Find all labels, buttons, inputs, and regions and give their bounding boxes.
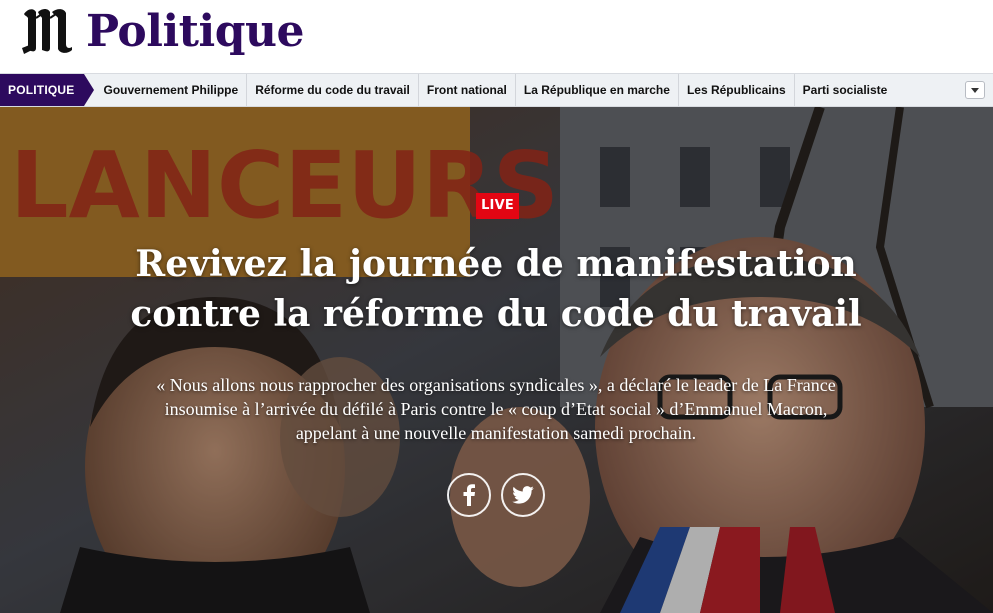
nav-item-parti-socialiste[interactable]: Parti socialiste [795,74,896,106]
hero-overlay [0,107,993,613]
facebook-icon [463,484,475,506]
nav-item-republique-en-marche[interactable]: La République en marche [516,74,679,106]
live-badge: LIVE [476,193,519,219]
section-title[interactable]: Politique [86,2,304,62]
nav-item-les-republicains[interactable]: Les Républicains [679,74,795,106]
nav-section-label[interactable]: POLITIQUE [0,74,96,106]
headline-line-2: contre la réforme du code du travail [130,293,862,335]
lede-line-1: « Nous allons nous rapprocher des organi… [156,375,836,395]
twitter-icon [512,486,534,504]
hero-banner[interactable]: LANCEURS LIVE Revivez la journée de mani… [0,107,993,613]
le-monde-logo[interactable] [20,4,76,56]
chevron-down-icon[interactable] [965,81,985,99]
nav-item-front-national[interactable]: Front national [419,74,516,106]
section-nav: POLITIQUE Gouvernement Philippe Réforme … [0,73,993,107]
headline-line-1: Revivez la journée de manifestation [135,243,857,285]
twitter-share-button[interactable] [501,473,545,517]
nav-item-reforme-code-travail[interactable]: Réforme du code du travail [247,74,419,106]
lede: « Nous allons nous rapprocher des organi… [106,373,886,445]
facebook-share-button[interactable] [447,473,491,517]
lede-line-3: appelant à une nouvelle manifestation sa… [295,423,697,443]
nav-item-gouvernement-philippe[interactable]: Gouvernement Philippe [95,74,248,106]
masthead: Politique [0,0,993,73]
lede-line-2: insoumise à l’arrivée du défilé à Paris … [164,399,828,419]
headline[interactable]: Revivez la journée de manifestation cont… [96,239,896,339]
